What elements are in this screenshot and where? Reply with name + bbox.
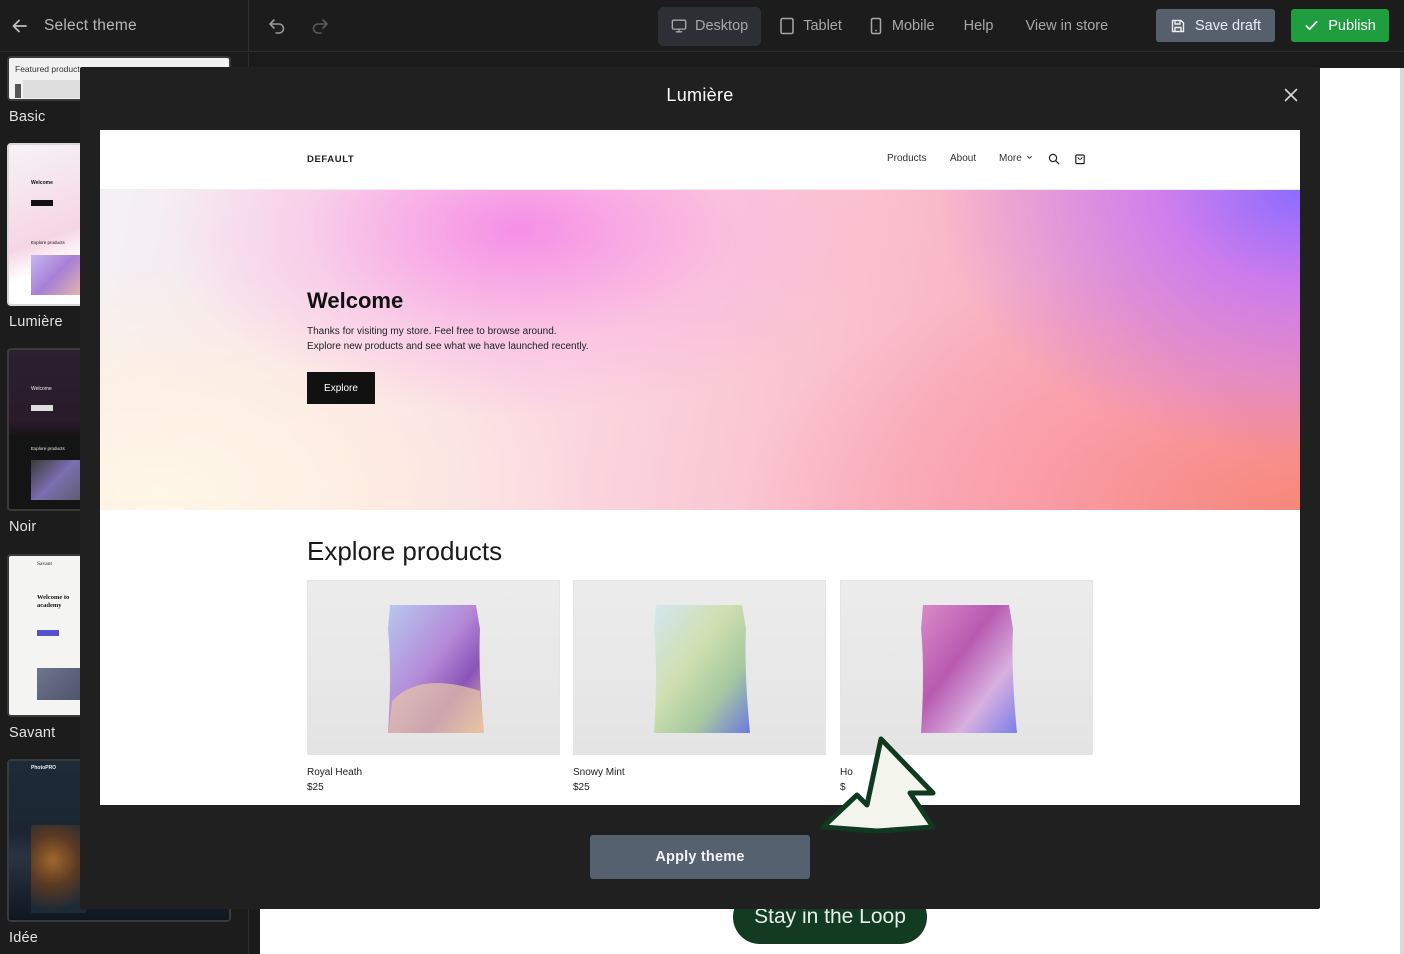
preview-logo: DEFAULT [307, 154, 355, 165]
product-price: $25 [307, 782, 324, 793]
tablet-icon [780, 17, 794, 35]
product-name: Snowy Mint [573, 767, 625, 778]
thumb-text: Explore products [31, 240, 65, 245]
product-price: $ [840, 782, 846, 793]
redo-icon[interactable] [310, 16, 330, 36]
preview-hero-title: Welcome [307, 288, 404, 313]
save-draft-label: Save draft [1194, 17, 1262, 34]
product-image [840, 580, 1093, 755]
device-view-switcher: Desktop Tablet Mobile Help View in store [658, 6, 1124, 46]
preview-product-card[interactable]: Ho $ [840, 580, 1093, 793]
preview-section-title: Explore products [307, 536, 503, 566]
thumb-text: Savant [37, 561, 52, 567]
view-desktop-button[interactable]: Desktop [658, 6, 762, 46]
theme-preview-frame: DEFAULT Products About More Welcome Than… [100, 130, 1300, 805]
arrow-left-icon [12, 19, 27, 33]
help-button[interactable]: Help [948, 7, 1010, 46]
top-bar: Select theme Desktop Tablet Mobile Help … [0, 0, 1404, 52]
view-mobile-label: Mobile [891, 18, 935, 34]
theme-name-basic: Basic [9, 109, 46, 125]
checkmark-icon [1305, 20, 1318, 31]
modal-title: Lumière [666, 85, 734, 105]
apply-theme-button[interactable]: Apply theme [590, 835, 810, 879]
close-icon[interactable] [1282, 86, 1300, 104]
theme-name-noir: Noir [9, 519, 37, 535]
preview-product-card[interactable]: Royal Heath $25 [307, 580, 560, 793]
product-image [573, 580, 826, 755]
theme-name-idee: Idée [9, 930, 39, 946]
preview-hero-text: Thanks for visiting my store. Feel free … [307, 324, 667, 354]
view-tablet-button[interactable]: Tablet [766, 7, 855, 46]
theme-name-savant: Savant [9, 725, 56, 741]
preview-hero-text-line: Thanks for visiting my store. Feel free … [307, 326, 557, 337]
product-price: $25 [573, 782, 590, 793]
search-icon[interactable] [1048, 153, 1060, 165]
preview-hero-text-line: Explore new products and see what we hav… [307, 341, 589, 352]
publish-button[interactable]: Publish [1291, 9, 1389, 42]
preview-nav-about[interactable]: About [950, 153, 976, 164]
back-button[interactable]: Select theme [0, 0, 137, 52]
save-draft-button[interactable]: Save draft [1156, 9, 1275, 42]
preview-header: DEFAULT Products About More [100, 130, 1300, 190]
preview-nav-more-label: More [999, 153, 1022, 164]
undo-icon[interactable] [267, 16, 287, 36]
preview-explore-button[interactable]: Explore [307, 372, 375, 404]
view-desktop-label: Desktop [695, 18, 749, 34]
preview-nav-products[interactable]: Products [887, 153, 926, 164]
thumb-text: Welcome [31, 386, 52, 392]
thumb-text: Featured products [15, 64, 84, 74]
theme-selector-header: Select theme [0, 0, 249, 52]
theme-preview-modal: Lumière DEFAULT Products About More Welc… [80, 67, 1320, 909]
product-name: Royal Heath [307, 767, 363, 778]
preview-hero: Welcome Thanks for visiting my store. Fe… [100, 190, 1300, 510]
preview-product-card[interactable]: Snowy Mint $25 [573, 580, 826, 793]
thumb-text: Welcome to academy [37, 594, 70, 609]
product-name: Ho [840, 767, 853, 778]
view-tablet-label: Tablet [803, 18, 842, 34]
thumb-text: PhotoPRO [31, 765, 56, 771]
preview-nav-more[interactable]: More [999, 153, 1033, 164]
thumb-text: Welcome [31, 180, 53, 186]
publish-label: Publish [1328, 17, 1376, 34]
mobile-icon [870, 17, 882, 35]
view-mobile-button[interactable]: Mobile [855, 7, 948, 46]
cart-icon[interactable] [1074, 153, 1086, 165]
theme-name-lumiere: Lumière [9, 314, 63, 330]
save-icon [1171, 19, 1185, 32]
thumb-text: Explore products [31, 446, 65, 451]
product-image [307, 580, 560, 755]
back-label: Select theme [44, 17, 137, 34]
chevron-down-icon [1026, 155, 1032, 160]
desktop-icon [671, 19, 687, 33]
view-in-store-link[interactable]: View in store [1009, 7, 1124, 46]
